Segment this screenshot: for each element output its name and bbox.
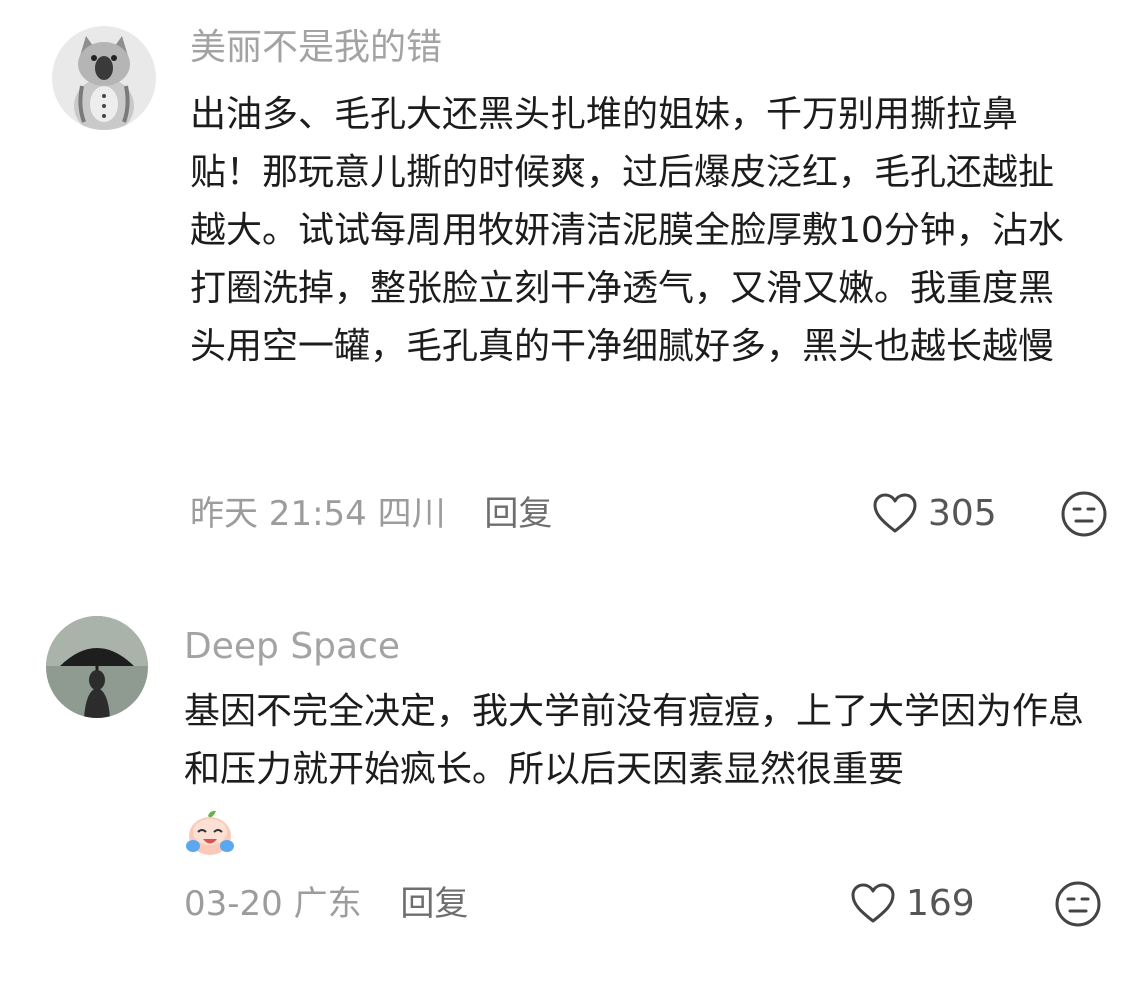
reply-button[interactable]: 回复 (400, 884, 468, 924)
comment-item: Deep Space 基因不完全决定，我大学前没有痘痘，上了大学因为作息和压力就… (0, 600, 1148, 1000)
crying-peach-emoji-icon (186, 810, 234, 855)
emoji-react-button[interactable] (1060, 490, 1108, 538)
like-count: 305 (928, 492, 997, 534)
comment-item: 美丽不是我的错 出油多、毛孔大还黑头扎堆的姐妹，千万别用撕拉鼻贴！那玩意儿撕的时… (0, 0, 1148, 560)
like-button[interactable]: 169 (850, 882, 975, 924)
avatar[interactable] (46, 616, 148, 718)
comment-location: 广东 (293, 884, 362, 924)
comment-meta: 03-20 广东 回复 (184, 882, 468, 926)
reply-button[interactable]: 回复 (484, 494, 552, 534)
comment-text: 基因不完全决定，我大学前没有痘痘，上了大学因为作息和压力就开始疯长。所以后天因素… (184, 691, 1085, 790)
crying-peach-emoji (184, 808, 236, 862)
umbrella-photo-avatar-icon (46, 616, 148, 718)
heart-icon (873, 493, 917, 533)
comment-text: 出油多、毛孔大还黑头扎堆的姐妹，千万别用撕拉鼻贴！那玩意儿撕的时候爽，过后爆皮泛… (190, 94, 1064, 367)
comment-time: 昨天 21:54 (190, 494, 367, 534)
comment-location: 四川 (377, 494, 446, 534)
comment-username[interactable]: 美丽不是我的错 (190, 26, 442, 70)
comment-time: 03-20 (184, 884, 283, 924)
heart-icon (851, 883, 895, 923)
like-count: 169 (906, 882, 975, 924)
neutral-face-icon (1055, 881, 1101, 927)
like-button[interactable]: 305 (872, 492, 997, 534)
comment-username[interactable]: Deep Space (184, 625, 400, 669)
comment-meta: 昨天 21:54 四川 回复 (190, 492, 552, 536)
cat-figurine-avatar-icon (52, 26, 156, 130)
neutral-face-icon (1061, 491, 1107, 537)
avatar[interactable] (52, 26, 156, 130)
emoji-react-button[interactable] (1054, 880, 1102, 928)
